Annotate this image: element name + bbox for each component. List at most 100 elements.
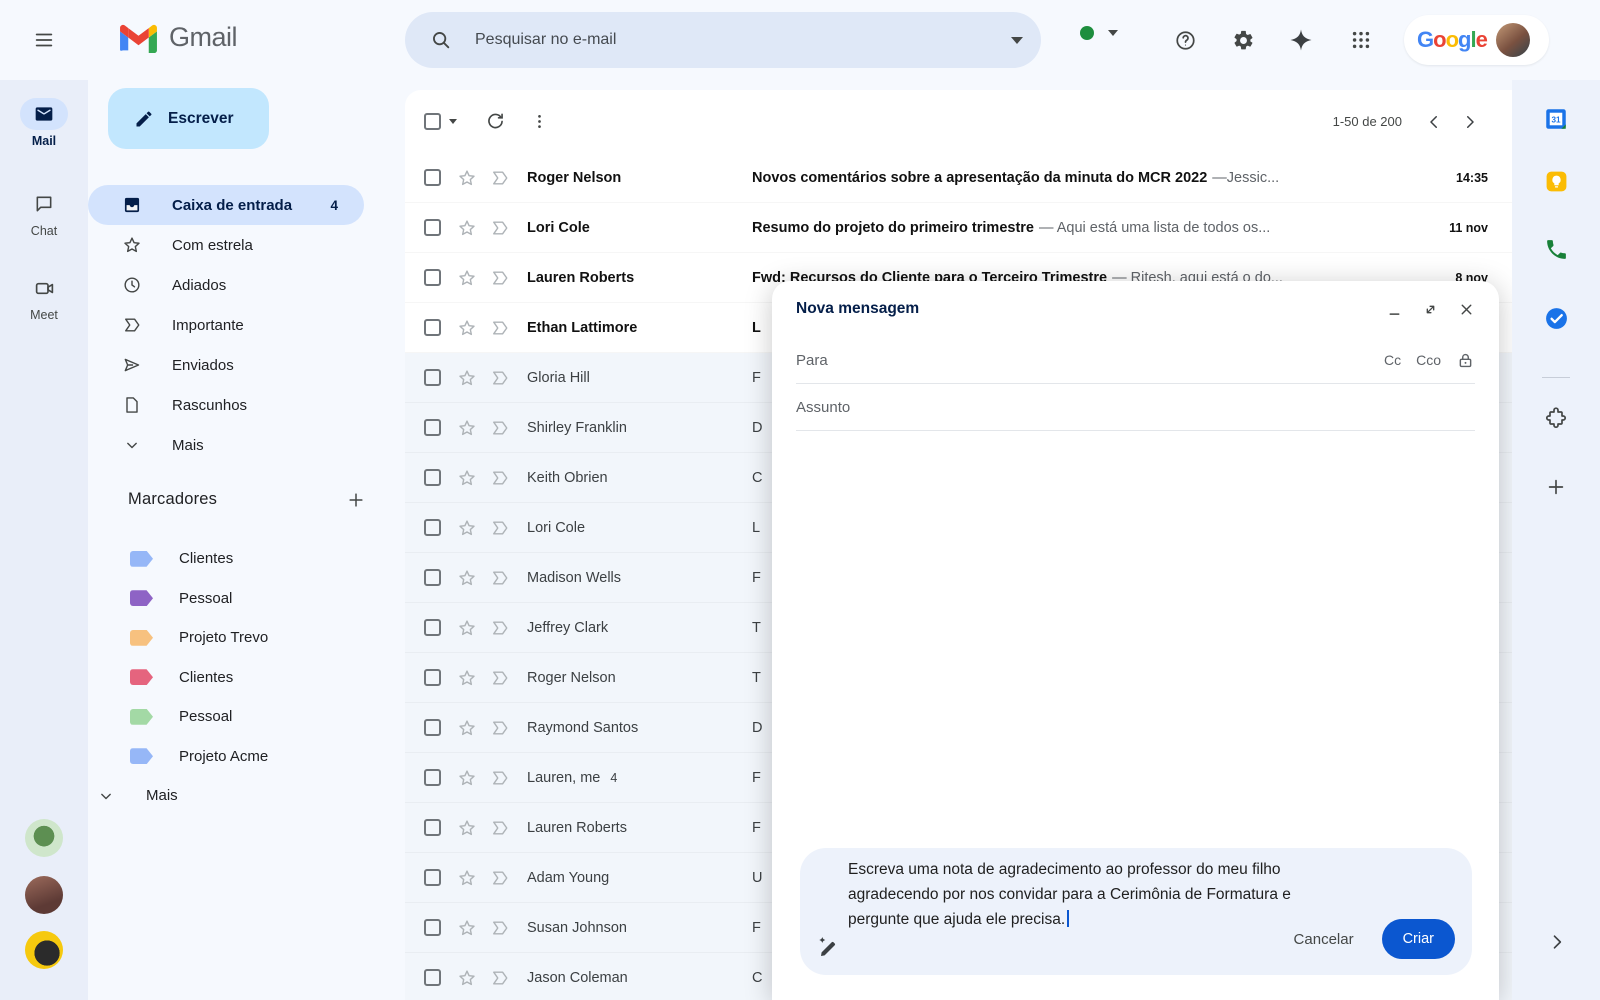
importance-marker-icon[interactable] [490,518,510,538]
extensions-puzzle-icon[interactable] [1536,399,1576,439]
importance-marker-icon[interactable] [490,618,510,638]
email-row[interactable]: Lori ColeResumo do projeto do primeiro t… [405,203,1512,253]
sidebar-item-enviados[interactable]: Enviados [88,345,364,385]
row-checkbox[interactable] [424,769,441,786]
row-checkbox[interactable] [424,219,441,236]
star-icon[interactable] [457,768,477,788]
expand-panel-chevron-icon[interactable] [1540,925,1574,959]
search-bar[interactable] [405,12,1041,68]
minimize-icon[interactable] [1381,296,1407,322]
importance-marker-icon[interactable] [490,568,510,588]
subject-field[interactable]: Assunto [796,384,1475,431]
star-icon[interactable] [457,968,477,988]
more-options-kebab-icon[interactable] [519,102,559,142]
sidebar-item-mais[interactable]: Mais [88,425,364,465]
row-checkbox[interactable] [424,369,441,386]
star-icon[interactable] [457,568,477,588]
star-icon[interactable] [457,318,477,338]
compose-button[interactable]: Escrever [108,88,269,149]
importance-marker-icon[interactable] [490,318,510,338]
refresh-icon[interactable] [475,102,515,142]
importance-marker-icon[interactable] [490,468,510,488]
importance-marker-icon[interactable] [490,218,510,238]
importance-marker-icon[interactable] [490,268,510,288]
star-icon[interactable] [457,718,477,738]
create-button[interactable]: Criar [1382,919,1455,959]
tasks-icon[interactable] [1536,298,1576,338]
compose-header[interactable]: Nova mensagem [772,281,1499,337]
user-avatar[interactable] [1496,23,1530,57]
status-indicator[interactable] [1080,26,1118,40]
importance-marker-icon[interactable] [490,368,510,388]
sidebar-item-rascunhos[interactable]: Rascunhos [88,385,364,425]
label-item-projeto-trevo[interactable]: Projeto Trevo [88,618,388,658]
help-button[interactable] [1165,20,1205,60]
star-icon[interactable] [457,218,477,238]
importance-marker-icon[interactable] [490,168,510,188]
row-checkbox[interactable] [424,669,441,686]
add-label-plus-icon[interactable] [336,480,376,520]
calendar-icon[interactable]: 31 [1536,99,1576,139]
select-all-checkbox[interactable] [424,113,441,130]
search-input[interactable] [473,30,1011,50]
row-checkbox[interactable] [424,919,441,936]
rail-item-meet[interactable]: Meet [0,272,88,322]
star-icon[interactable] [457,868,477,888]
importance-marker-icon[interactable] [490,768,510,788]
star-icon[interactable] [457,618,477,638]
importance-marker-icon[interactable] [490,868,510,888]
row-checkbox[interactable] [424,419,441,436]
star-icon[interactable] [457,668,477,688]
email-row[interactable]: Roger NelsonNovos comentários sobre a ap… [405,153,1512,203]
importance-marker-icon[interactable] [490,718,510,738]
status-caret-icon[interactable] [1108,30,1118,36]
gemini-help-me-write-card[interactable]: Escreva uma nota de agradecimento ao pro… [800,848,1472,975]
label-item-clientes[interactable]: Clientes [88,539,388,579]
row-checkbox[interactable] [424,269,441,286]
contact-avatar[interactable] [25,819,63,857]
row-checkbox[interactable] [424,719,441,736]
prompt-input[interactable]: Escreva uma nota de agradecimento ao pro… [848,857,1296,932]
contact-avatar[interactable] [25,931,63,969]
search-icon[interactable] [423,22,459,58]
star-icon[interactable] [457,418,477,438]
settings-gear-icon[interactable] [1223,20,1263,60]
to-field[interactable]: Para Cc Cco [796,337,1475,384]
row-checkbox[interactable] [424,319,441,336]
importance-marker-icon[interactable] [490,968,510,988]
older-page-chevron-icon[interactable] [1452,104,1488,140]
star-icon[interactable] [457,168,477,188]
star-icon[interactable] [457,818,477,838]
labels-more[interactable]: Mais [88,776,388,816]
voice-icon[interactable] [1536,229,1576,269]
rail-item-mail[interactable]: Mail [0,98,88,148]
row-checkbox[interactable] [424,819,441,836]
sidebar-item-caixa-de-entrada[interactable]: Caixa de entrada4 [88,185,364,225]
importance-marker-icon[interactable] [490,668,510,688]
row-checkbox[interactable] [424,169,441,186]
newer-page-chevron-icon[interactable] [1416,104,1452,140]
label-item-clientes[interactable]: Clientes [88,658,388,698]
importance-marker-icon[interactable] [490,818,510,838]
apps-grid-icon[interactable] [1341,20,1381,60]
gemini-star-icon[interactable] [1281,20,1321,60]
search-options-caret-icon[interactable] [1011,37,1023,44]
close-icon[interactable] [1453,296,1479,322]
select-caret-icon[interactable] [449,119,457,124]
row-checkbox[interactable] [424,519,441,536]
row-checkbox[interactable] [424,619,441,636]
star-icon[interactable] [457,918,477,938]
importance-marker-icon[interactable] [490,918,510,938]
cancel-button[interactable]: Cancelar [1294,931,1354,948]
google-account-pill[interactable]: Google [1404,15,1549,65]
contact-avatar[interactable] [25,876,63,914]
sidebar-item-com-estrela[interactable]: Com estrela [88,225,364,265]
sidebar-item-importante[interactable]: Importante [88,305,364,345]
importance-marker-icon[interactable] [490,418,510,438]
row-checkbox[interactable] [424,969,441,986]
add-plus-icon[interactable] [1536,467,1576,507]
star-icon[interactable] [457,368,477,388]
star-icon[interactable] [457,468,477,488]
row-checkbox[interactable] [424,569,441,586]
star-icon[interactable] [457,518,477,538]
